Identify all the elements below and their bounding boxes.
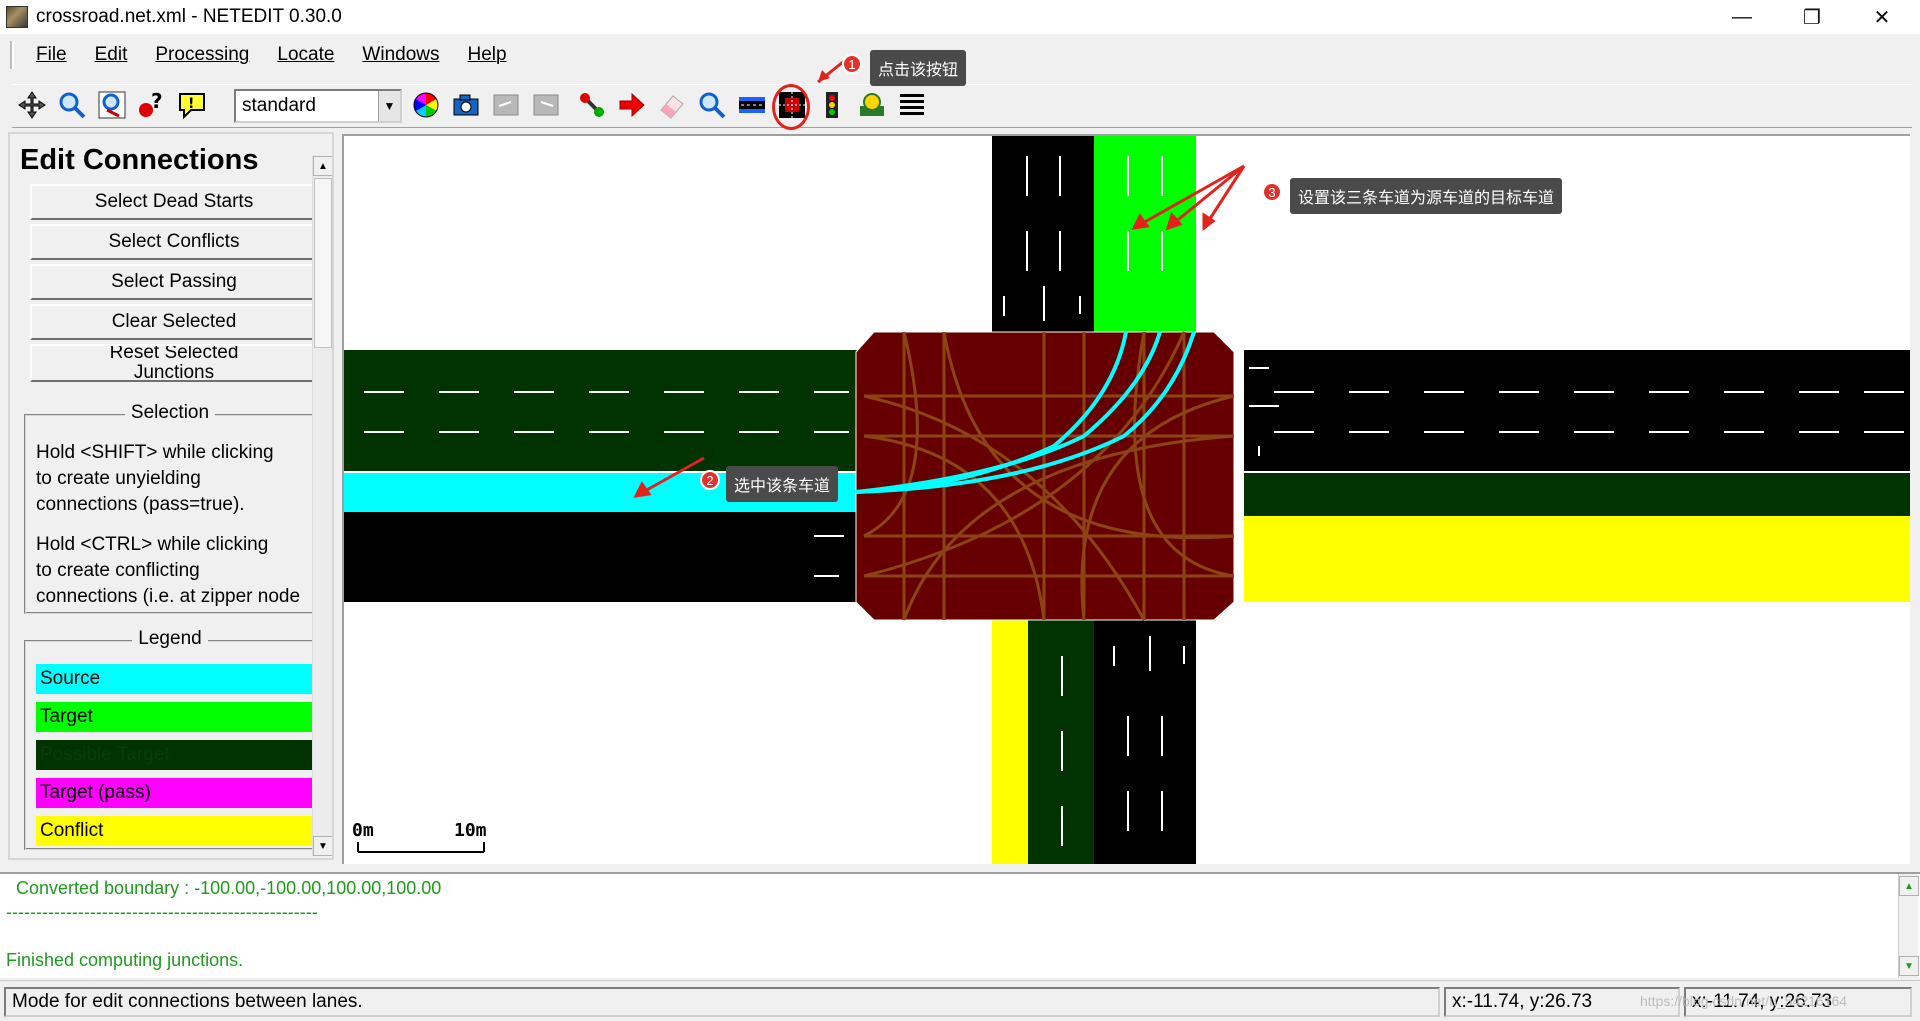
selection-help-1-line: connections (pass=true). xyxy=(36,494,245,515)
annotation-2-tooltip: 选中该条车道 xyxy=(726,466,839,502)
message-separator: ----------------------------------------… xyxy=(6,902,318,922)
selection-help-1: Hold <SHIFT> while clicking to create un… xyxy=(36,440,326,518)
road-east-conflict[interactable] xyxy=(1244,516,1910,602)
color-scheme-select[interactable]: standard ▼ xyxy=(234,89,402,123)
scroll-thumb[interactable] xyxy=(314,178,332,348)
road-west-incoming[interactable] xyxy=(344,512,864,602)
locate-edge-icon[interactable]: ? xyxy=(134,87,170,123)
crossing-icon[interactable] xyxy=(894,87,930,123)
legend-conflict: Conflict xyxy=(36,816,314,846)
delete-icon[interactable] xyxy=(654,87,690,123)
traffic-light-icon[interactable] xyxy=(814,87,850,123)
status-coordinates: x:-11.74, y:26.73 xyxy=(1444,987,1680,1017)
legend-target: Target xyxy=(36,702,314,732)
reset-line-2: Junctions xyxy=(133,362,215,382)
app-icon xyxy=(6,6,28,28)
message-scrollbar[interactable]: ▲ ▼ xyxy=(1898,874,1919,978)
message-line: Finished computing junctions. xyxy=(6,950,244,970)
selection-help-1-line: to create unyielding xyxy=(36,468,201,489)
svg-text:?: ? xyxy=(151,90,163,113)
restore-button[interactable]: ❐ xyxy=(1780,0,1844,34)
minimize-button[interactable]: — xyxy=(1710,0,1774,34)
panel-scrollbar[interactable]: ▲ ▼ xyxy=(312,156,332,856)
menu-windows[interactable]: Windows xyxy=(362,44,439,66)
svg-text:!: ! xyxy=(188,96,194,112)
annotation-1-arrow xyxy=(817,56,849,84)
legend-possible-target: Possible Target xyxy=(36,740,314,770)
selection-help-2-line: connections (i.e. at zipper node xyxy=(36,586,301,607)
annotation-1-tooltip: 点击该按钮 xyxy=(870,50,967,86)
color-wheel-icon[interactable] xyxy=(408,87,444,123)
screenshot-icon[interactable] xyxy=(448,87,484,123)
title-bar: crossroad.net.xml - NETEDIT 0.30.0 — ❐ ✕ xyxy=(0,0,1920,34)
scheme-value: standard xyxy=(242,95,316,116)
annotation-2-badge: 2 xyxy=(700,470,720,490)
clear-selected-button[interactable]: Clear Selected xyxy=(30,304,318,340)
panel-title: Edit Connections xyxy=(20,144,259,176)
highlight-circle xyxy=(772,84,810,130)
select-dead-starts-button[interactable]: Select Dead Starts xyxy=(30,184,318,220)
zoom-icon[interactable] xyxy=(54,87,90,123)
scale-start-label: 0m xyxy=(352,820,374,841)
scale-bar xyxy=(357,842,485,853)
legend-source: Source xyxy=(36,664,314,694)
window-title: crossroad.net.xml - NETEDIT 0.30.0 xyxy=(36,6,342,27)
scroll-down-icon[interactable]: ▼ xyxy=(313,836,332,856)
menu-processing[interactable]: Processing xyxy=(155,44,249,66)
redo-icon[interactable] xyxy=(528,87,564,123)
annotation-3-tooltip: 设置该三条车道为源车道的目标车道 xyxy=(1290,178,1563,214)
menu-grip xyxy=(10,41,14,69)
locate-junction-icon[interactable] xyxy=(94,87,130,123)
select-passing-button[interactable]: Select Passing xyxy=(30,264,318,300)
edit-connections-panel: Edit Connections Select Dead Starts Sele… xyxy=(8,132,334,860)
scroll-down-icon[interactable]: ▼ xyxy=(1899,956,1919,976)
selection-help-2-line: to create conflicting xyxy=(36,560,200,581)
scroll-up-icon[interactable]: ▲ xyxy=(1899,876,1919,896)
select-icon[interactable] xyxy=(734,87,770,123)
reset-selected-junctions-button[interactable]: Reset Selected Junctions xyxy=(30,344,318,382)
scale-end-label: 10m xyxy=(454,820,487,841)
menu-locate[interactable]: Locate xyxy=(277,44,334,66)
select-conflicts-button[interactable]: Select Conflicts xyxy=(30,224,318,260)
message-line: Converted boundary : -100.00,-100.00,100… xyxy=(16,878,442,898)
selection-label: Selection xyxy=(124,402,216,423)
road-north-target-lanes[interactable] xyxy=(1094,136,1196,332)
status-bar: Mode for edit connections between lanes.… xyxy=(0,980,1920,1021)
legend-label: Legend xyxy=(132,628,208,649)
annotation-3-badge: 3 xyxy=(1262,182,1282,202)
network-view[interactable]: 0m 10m xyxy=(344,136,1910,864)
selection-help-2: Hold <CTRL> while clicking to create con… xyxy=(36,532,326,610)
toolbar: ? ! standard ▼ xyxy=(12,84,1912,130)
selection-help-1-line: Hold <SHIFT> while clicking xyxy=(36,442,274,463)
status-geo-coordinates: x:-11.74, y:26.73 xyxy=(1684,987,1912,1017)
message-log[interactable]: Converted boundary : -100.00,-100.00,100… xyxy=(0,872,1920,978)
close-button[interactable]: ✕ xyxy=(1850,0,1914,34)
move-icon[interactable] xyxy=(614,87,650,123)
inspect-icon[interactable] xyxy=(694,87,730,123)
create-edge-icon[interactable] xyxy=(574,87,610,123)
additional-icon[interactable] xyxy=(854,87,890,123)
selection-group: Selection Hold <SHIFT> while clicking to… xyxy=(24,402,316,614)
undo-icon[interactable] xyxy=(488,87,524,123)
reset-line-1: Reset Selected xyxy=(109,344,239,363)
road-east-incoming[interactable] xyxy=(1244,350,1910,472)
locate-poi-icon[interactable]: ! xyxy=(174,87,210,123)
road-south-incoming[interactable] xyxy=(1094,620,1196,864)
menu-help[interactable]: Help xyxy=(468,44,507,66)
road-south-conflict[interactable] xyxy=(992,620,1028,864)
recenter-view-icon[interactable] xyxy=(14,87,50,123)
scroll-up-icon[interactable]: ▲ xyxy=(313,156,332,176)
legend-group: Legend Source Target Possible Target Tar… xyxy=(24,628,316,850)
menu-file[interactable]: File xyxy=(36,44,67,66)
legend-target-pass: Target (pass) xyxy=(36,778,314,808)
status-mode: Mode for edit connections between lanes. xyxy=(4,987,1440,1017)
network-canvas[interactable]: 0m 10m 3 设置该三条车道为源车道的目标车道 2 选中该条车道 xyxy=(342,134,1910,864)
menu-edit[interactable]: Edit xyxy=(95,44,128,66)
selection-help-2-line: Hold <CTRL> while clicking xyxy=(36,534,269,555)
road-east-possible-target[interactable] xyxy=(1244,472,1910,516)
road-west-possible-target[interactable] xyxy=(344,350,864,472)
chevron-down-icon[interactable]: ▼ xyxy=(378,91,400,121)
annotation-1-badge: 1 xyxy=(842,54,862,74)
